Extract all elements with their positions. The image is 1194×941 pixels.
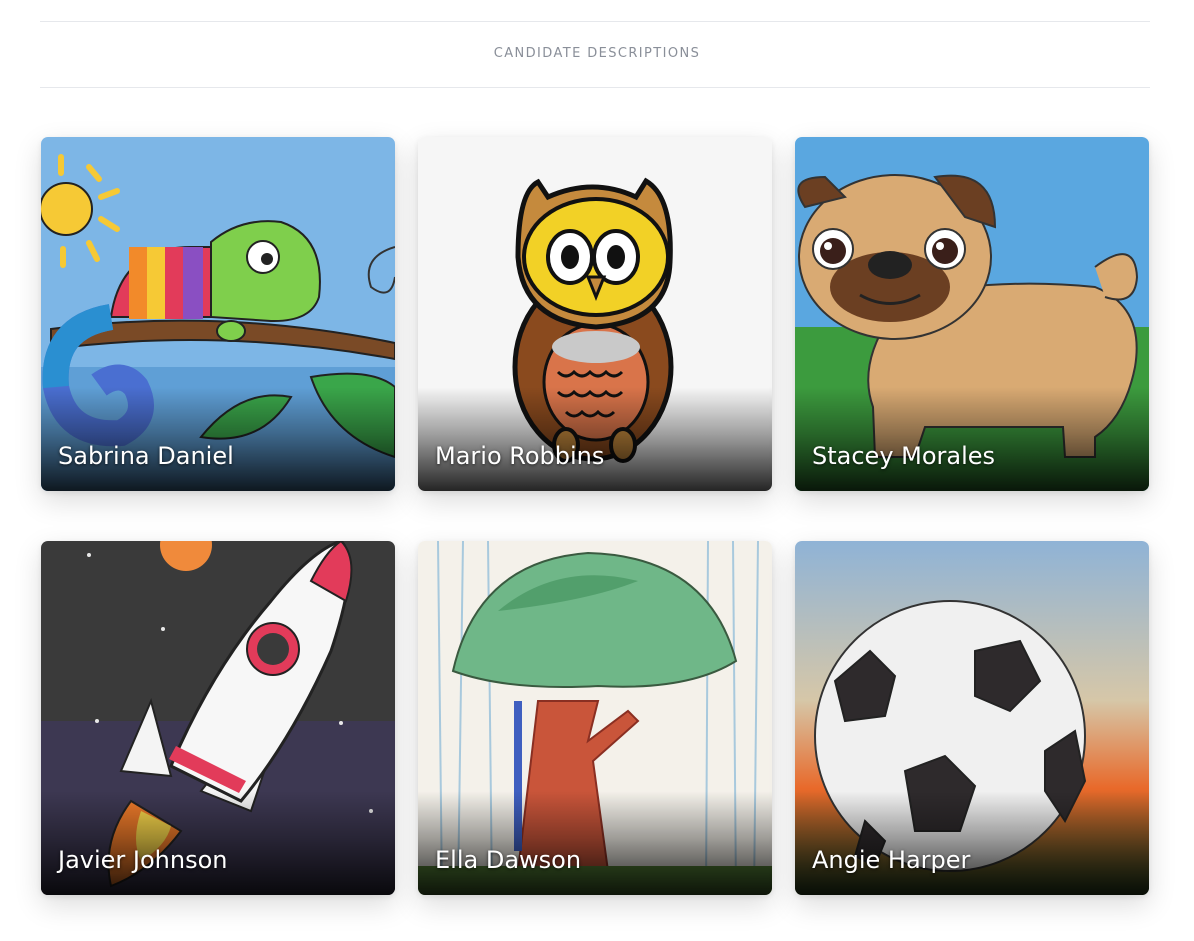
- candidate-name: Javier Johnson: [58, 846, 228, 874]
- candidate-name: Angie Harper: [812, 846, 971, 874]
- candidate-name: Stacey Morales: [812, 442, 996, 470]
- candidate-name: Ella Dawson: [435, 846, 582, 874]
- section-title: CANDIDATE DESCRIPTIONS: [493, 46, 701, 61]
- candidate-name: Sabrina Daniel: [58, 442, 234, 470]
- candidate-card-sabrina-daniel[interactable]: Sabrina Daniel: [41, 137, 395, 491]
- candidate-card-mario-robbins[interactable]: Mario Robbins: [418, 137, 772, 491]
- candidate-card-stacey-morales[interactable]: Stacey Morales: [795, 137, 1149, 491]
- top-divider: [40, 21, 1150, 22]
- candidate-name: Mario Robbins: [435, 442, 605, 470]
- candidate-card-javier-johnson[interactable]: Javier Johnson: [41, 541, 395, 895]
- candidate-card-ella-dawson[interactable]: Ella Dawson: [418, 541, 772, 895]
- candidate-card-angie-harper[interactable]: Angie Harper: [795, 541, 1149, 895]
- bottom-divider: [40, 87, 1150, 88]
